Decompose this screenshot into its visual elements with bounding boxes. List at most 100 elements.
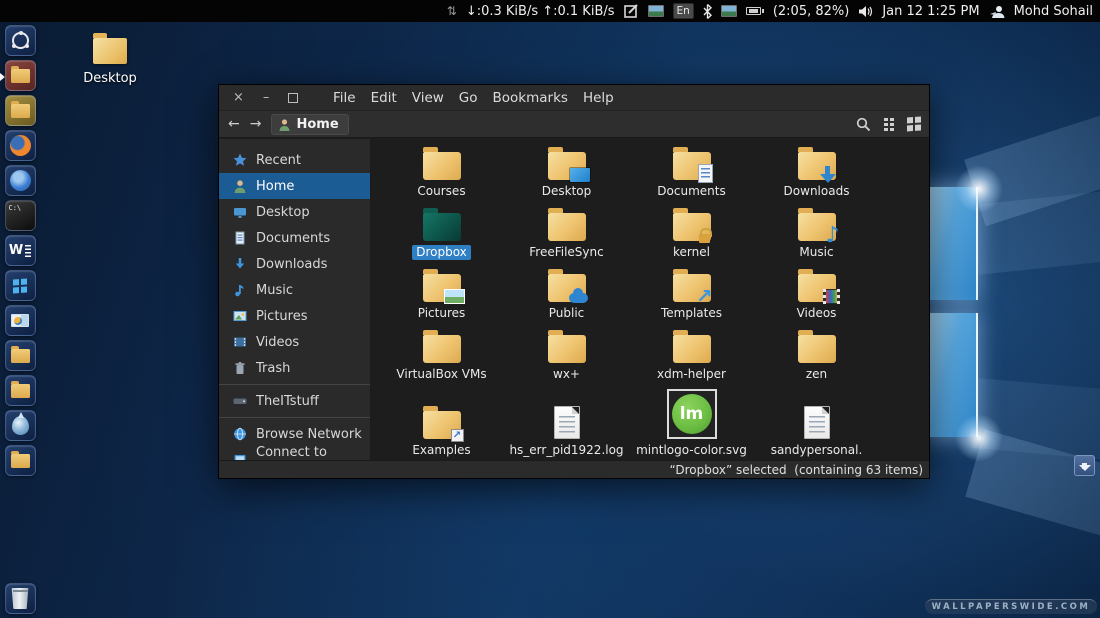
sidebar-label: Trash bbox=[256, 361, 290, 376]
back-button[interactable]: ← bbox=[228, 116, 240, 132]
menu-view[interactable]: View bbox=[412, 90, 444, 106]
desktop-shortcut-label: Desktop bbox=[75, 71, 145, 86]
trash-icon[interactable] bbox=[5, 583, 36, 614]
files-app-icon[interactable] bbox=[5, 95, 36, 126]
menu-go[interactable]: Go bbox=[459, 90, 478, 106]
sidebar-label: Music bbox=[256, 283, 293, 298]
bluetooth-icon[interactable] bbox=[703, 4, 712, 19]
file-item[interactable]: Pictures bbox=[379, 263, 504, 324]
search-icon[interactable] bbox=[856, 117, 871, 132]
file-pane[interactable]: Courses Desktop Documents Downloads Drop… bbox=[371, 139, 929, 460]
music-note-icon bbox=[233, 283, 247, 297]
terminal-icon[interactable]: C:\ bbox=[5, 200, 36, 231]
file-item[interactable]: Videos bbox=[754, 263, 879, 324]
file-item[interactable]: zen bbox=[754, 324, 879, 385]
office-app-icon[interactable] bbox=[5, 305, 36, 336]
file-item-selected[interactable]: Dropbox bbox=[379, 202, 504, 263]
file-label: VirtualBox VMs bbox=[392, 367, 490, 382]
sidebar-item-home[interactable]: Home bbox=[219, 173, 370, 199]
top-panel: ⇅ ↓:0.3 KiB/s ↑:0.1 KiB/s En (2:05, 82%)… bbox=[0, 0, 1100, 22]
folder-icon bbox=[423, 335, 461, 363]
lock-emblem bbox=[699, 234, 710, 243]
download-arrow-icon bbox=[233, 257, 247, 271]
person-icon bbox=[233, 179, 247, 193]
titlebar[interactable]: × – File Edit View Go Bookmarks Help bbox=[219, 85, 929, 111]
document-emblem bbox=[698, 164, 713, 183]
file-item[interactable]: Public bbox=[504, 263, 629, 324]
terminal-glyph: C:\ bbox=[9, 204, 22, 212]
file-item[interactable]: Downloads bbox=[754, 141, 879, 202]
file-item[interactable]: sandypersonal. bbox=[754, 385, 879, 460]
folder-shortcut-icon[interactable] bbox=[5, 340, 36, 371]
volume-icon[interactable] bbox=[858, 5, 873, 18]
cloud-emblem bbox=[569, 293, 588, 303]
sidebar-item-pictures[interactable]: Pictures bbox=[219, 303, 370, 329]
sidebar-item-downloads[interactable]: Downloads bbox=[219, 251, 370, 277]
sidebar-item-trash[interactable]: Trash bbox=[219, 355, 370, 381]
file-label: Documents bbox=[653, 184, 729, 199]
thunderbird-icon[interactable] bbox=[5, 165, 36, 196]
network-globe-icon bbox=[233, 427, 247, 441]
word-processor-icon[interactable]: W bbox=[5, 235, 36, 266]
location-label: Home bbox=[296, 117, 338, 132]
compact-view-icon[interactable] bbox=[884, 118, 894, 131]
username[interactable]: Mohd Sohail bbox=[1014, 4, 1093, 19]
forward-button[interactable]: → bbox=[250, 116, 262, 132]
sidebar-item-recent[interactable]: Recent bbox=[219, 147, 370, 173]
sidebar-item-theitstuff-drive[interactable]: TheITstuff bbox=[219, 388, 370, 414]
sidebar-item-desktop[interactable]: Desktop bbox=[219, 199, 370, 225]
file-item[interactable]: Desktop bbox=[504, 141, 629, 202]
compose-icon[interactable] bbox=[624, 4, 639, 18]
menu-help[interactable]: Help bbox=[583, 90, 614, 106]
firefox-icon[interactable] bbox=[5, 130, 36, 161]
file-manager-icon[interactable] bbox=[5, 60, 36, 91]
file-item[interactable]: lmmintlogo-color.svg bbox=[629, 385, 754, 460]
network-traffic-icon[interactable]: ⇅ bbox=[447, 4, 457, 18]
sidebar-item-documents[interactable]: Documents bbox=[219, 225, 370, 251]
download-indicator-icon[interactable] bbox=[1074, 455, 1095, 476]
deluge-icon[interactable] bbox=[5, 410, 36, 441]
desktop-shortcut[interactable]: Desktop bbox=[75, 38, 145, 86]
menu-bookmarks[interactable]: Bookmarks bbox=[493, 90, 568, 106]
file-item[interactable]: Documents bbox=[629, 141, 754, 202]
folder-icon bbox=[798, 335, 836, 363]
sidebar-label: Browse Network bbox=[256, 427, 362, 442]
file-item[interactable]: wx+ bbox=[504, 324, 629, 385]
menu-edit[interactable]: Edit bbox=[371, 90, 397, 106]
menubar: File Edit View Go Bookmarks Help bbox=[333, 90, 614, 106]
file-item[interactable]: hs_err_pid1922.log bbox=[504, 385, 629, 460]
sidebar-label: Downloads bbox=[256, 257, 327, 272]
folder-templates-icon: ↗ bbox=[673, 274, 711, 302]
file-item[interactable]: ♪Music bbox=[754, 202, 879, 263]
file-item[interactable]: xdm-helper bbox=[629, 324, 754, 385]
file-item[interactable]: ↗Examples bbox=[379, 385, 504, 460]
ubuntu-launcher-icon[interactable] bbox=[5, 25, 36, 56]
file-item[interactable]: VirtualBox VMs bbox=[379, 324, 504, 385]
folder-shortcut-icon[interactable] bbox=[5, 445, 36, 476]
menu-file[interactable]: File bbox=[333, 90, 356, 106]
sidebar-item-videos[interactable]: Videos bbox=[219, 329, 370, 355]
maximize-button[interactable] bbox=[288, 93, 298, 103]
sidebar-item-connect-to-server[interactable]: Connect to Server bbox=[219, 447, 370, 460]
file-item[interactable]: kernel bbox=[629, 202, 754, 263]
arrow-emblem: ↗ bbox=[696, 286, 713, 306]
picture-icon bbox=[233, 309, 247, 323]
icon-view-icon[interactable] bbox=[907, 117, 921, 131]
battery-icon[interactable] bbox=[746, 7, 764, 15]
folder-shortcut-icon[interactable] bbox=[5, 375, 36, 406]
file-item[interactable]: Courses bbox=[379, 141, 504, 202]
wallpaper-changer-icon[interactable] bbox=[721, 5, 737, 17]
close-button[interactable]: × bbox=[233, 91, 244, 104]
file-item[interactable]: FreeFileSync bbox=[504, 202, 629, 263]
minimize-button[interactable]: – bbox=[263, 91, 270, 104]
screenshot-tool-icon[interactable] bbox=[648, 5, 664, 17]
location-breadcrumb[interactable]: Home bbox=[271, 114, 348, 135]
sidebar-item-browse-network[interactable]: Browse Network bbox=[219, 421, 370, 447]
status-bar: “Dropbox” selected (containing 63 items) bbox=[219, 460, 929, 478]
sidebar-item-music[interactable]: Music bbox=[219, 277, 370, 303]
clock[interactable]: Jan 12 1:25 PM bbox=[882, 4, 979, 19]
windows-apps-icon[interactable] bbox=[5, 270, 36, 301]
desktop-screen: ⇅ ↓:0.3 KiB/s ↑:0.1 KiB/s En (2:05, 82%)… bbox=[0, 0, 1100, 618]
keyboard-layout-indicator[interactable]: En bbox=[673, 3, 694, 19]
file-item[interactable]: ↗Templates bbox=[629, 263, 754, 324]
